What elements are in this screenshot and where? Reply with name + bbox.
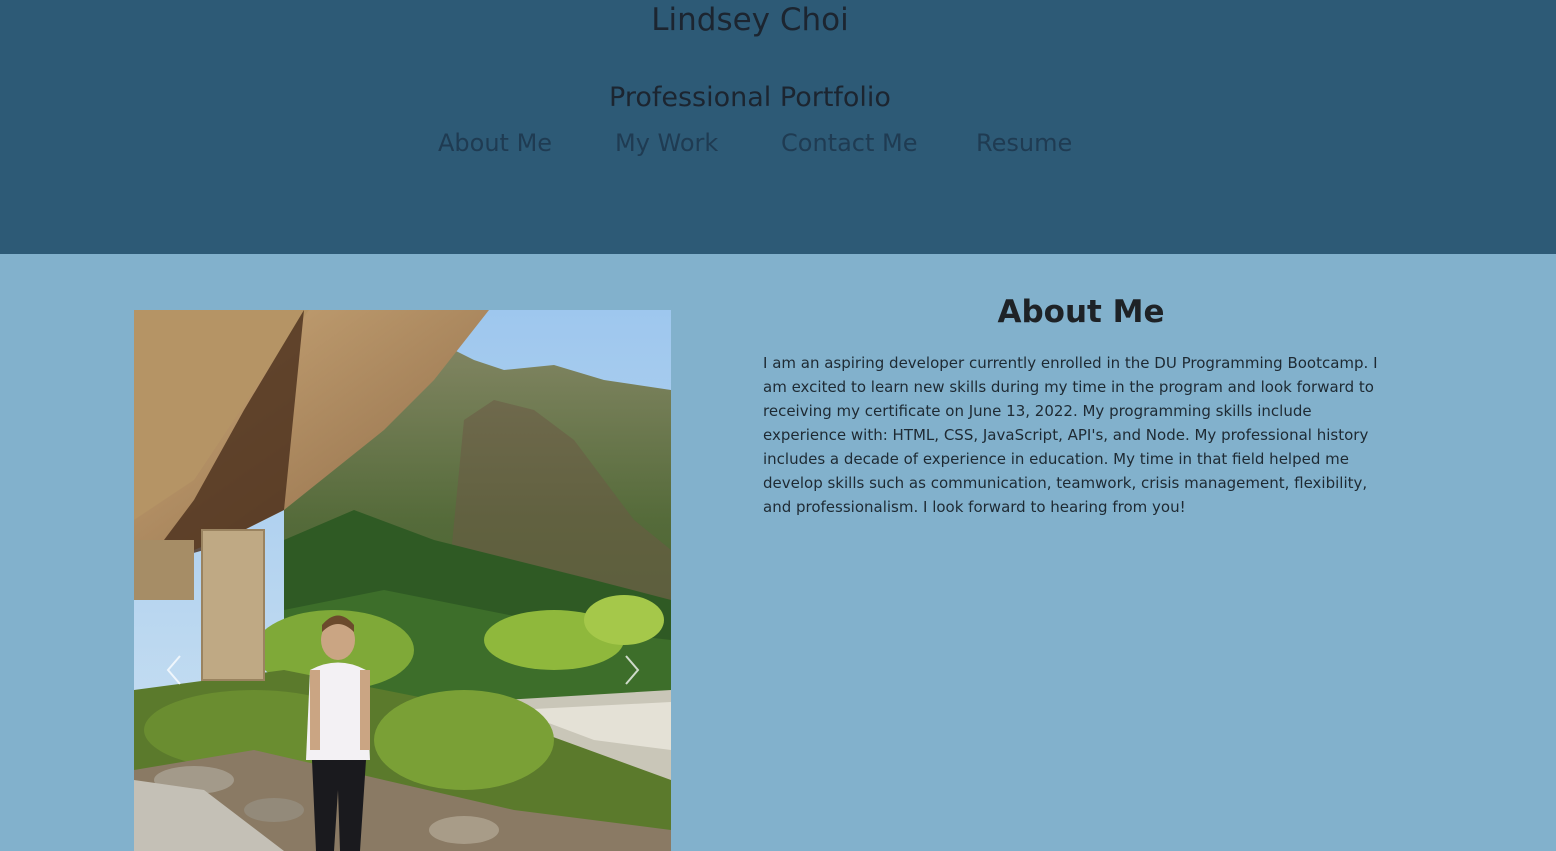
- about-section: About Me I am an aspiring developer curr…: [0, 254, 1556, 851]
- site-header: Lindsey Choi Professional Portfolio Abou…: [0, 0, 1556, 254]
- about-body-text: I am an aspiring developer currently enr…: [763, 354, 1378, 516]
- site-title: Lindsey Choi: [651, 2, 849, 38]
- chevron-left-icon: [166, 655, 181, 685]
- carousel-prev-button[interactable]: [160, 650, 190, 690]
- main-nav: About Me My Work Contact Me Resume: [0, 123, 1556, 163]
- carousel-next-button[interactable]: [616, 650, 646, 690]
- chevron-right-icon: [625, 655, 640, 685]
- nav-link-my-work[interactable]: My Work: [615, 123, 718, 163]
- nav-link-about-me[interactable]: About Me: [438, 123, 552, 163]
- portrait-photo: [134, 310, 671, 851]
- nav-link-contact-me[interactable]: Contact Me: [781, 123, 917, 163]
- site-subtitle: Professional Portfolio: [609, 82, 891, 113]
- nav-link-resume[interactable]: Resume: [976, 123, 1072, 163]
- photo-carousel[interactable]: [134, 310, 671, 851]
- about-heading: About Me: [997, 294, 1165, 330]
